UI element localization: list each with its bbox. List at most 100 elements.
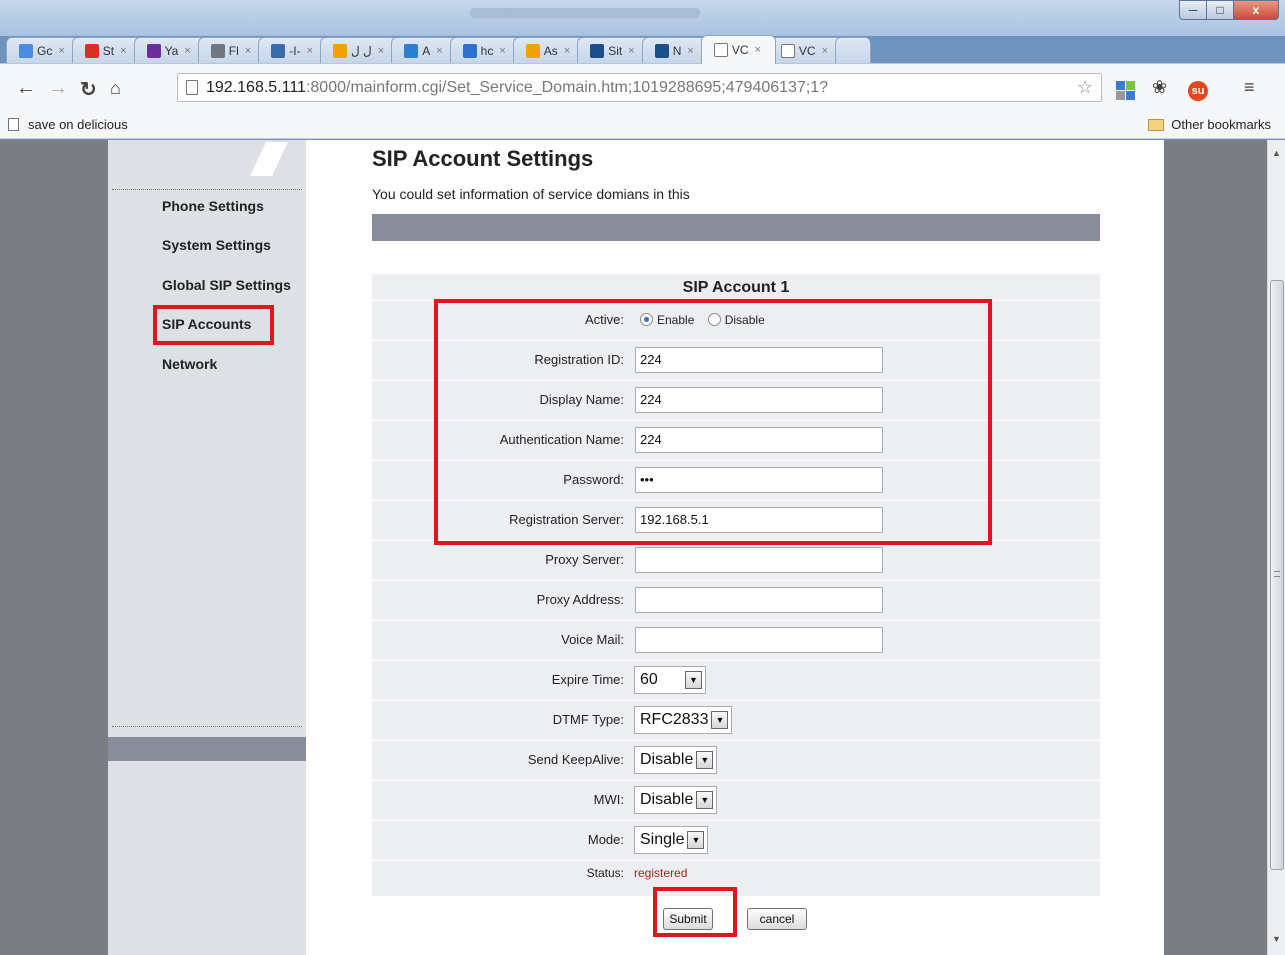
browser-tab[interactable]: ل ل ×	[320, 37, 400, 64]
reload-icon[interactable]: ↻	[80, 77, 97, 102]
mwi-label: MWI:	[593, 792, 624, 807]
tab-close-icon[interactable]: ×	[822, 45, 828, 57]
mode-row: Mode: Single ▼	[372, 820, 1100, 860]
tab-close-icon[interactable]: ×	[436, 45, 442, 57]
browser-tab[interactable]: Ya ×	[133, 37, 206, 64]
bookmarks-bar: save on delicious Other bookmarks	[0, 111, 1285, 139]
tab-close-icon[interactable]: ×	[307, 45, 313, 57]
tab-label: Fl	[228, 44, 239, 58]
voice-mail-row: Voice Mail:	[372, 620, 1100, 660]
tab-close-icon[interactable]: ×	[120, 45, 126, 57]
browser-tab[interactable]: Fl ×	[197, 37, 267, 64]
page-title: SIP Account Settings	[372, 146, 594, 171]
browser-tab[interactable]: St ×	[71, 37, 142, 64]
tab-close-icon[interactable]: ×	[687, 45, 693, 57]
forward-icon[interactable]: →	[48, 77, 68, 100]
voice-mail-input[interactable]	[635, 627, 883, 653]
chevron-down-icon: ▼	[685, 671, 702, 689]
send-keepalive-select[interactable]: Disable ▼	[634, 746, 718, 774]
dtmf-type-select[interactable]: RFC2833 ▼	[634, 706, 733, 734]
tab-close-icon[interactable]: ×	[378, 45, 384, 57]
menu-icon[interactable]: ≡	[1244, 77, 1255, 98]
tab-label: Gc	[37, 44, 53, 58]
minimize-icon[interactable]: ─	[1179, 0, 1207, 20]
browser-tab[interactable]: Sit ×	[577, 37, 650, 64]
browser-tab[interactable]: N ×	[641, 37, 709, 64]
proxy-address-input[interactable]	[635, 587, 883, 613]
scrollbar-thumb[interactable]	[1270, 280, 1284, 870]
tab-favicon-icon	[19, 44, 33, 58]
tab-label: Ya	[164, 44, 179, 58]
bookmark-star-icon[interactable]: ☆	[1077, 74, 1093, 101]
browser-tab[interactable]: -I- ×	[258, 37, 328, 64]
tab-favicon-icon	[462, 44, 477, 58]
status-label: Status:	[586, 866, 624, 880]
dtmf-type-label: DTMF Type:	[552, 712, 624, 727]
tab-close-icon[interactable]: ×	[184, 45, 190, 57]
tab-close-icon[interactable]: ×	[564, 45, 570, 57]
sidebar-item-network[interactable]: Network	[162, 356, 217, 372]
tab-favicon-icon	[780, 44, 795, 58]
right-margin	[1164, 140, 1267, 955]
send-keepalive-label: Send KeepAlive:	[527, 752, 624, 767]
extension-squares-icon[interactable]	[1116, 81, 1136, 101]
tab-favicon-icon	[333, 44, 347, 58]
window-titlebar: ─ □ x	[0, 0, 1285, 36]
proxy-server-input[interactable]	[635, 547, 883, 573]
tab-close-icon[interactable]: ×	[245, 45, 251, 57]
chevron-down-icon: ▼	[696, 751, 714, 769]
proxy-address-row: Proxy Address:	[372, 580, 1100, 620]
sidebar-item-phone-settings[interactable]: Phone Settings	[162, 198, 264, 214]
sidebar: Phone Settings System Settings Global SI…	[108, 140, 306, 955]
mode-select[interactable]: Single ▼	[634, 826, 709, 854]
window-title	[470, 8, 700, 18]
browser-tab[interactable]: hc ×	[449, 37, 521, 64]
vertical-scrollbar[interactable]: ▲ ▼	[1267, 140, 1285, 955]
status-row: Status: registered	[372, 858, 1100, 888]
address-path: :8000/mainform.cgi/Set_Service_Domain.ht…	[305, 79, 829, 96]
maximize-icon[interactable]: □	[1206, 0, 1234, 20]
browser-tab[interactable]: As ×	[512, 37, 586, 64]
back-icon[interactable]: ←	[16, 77, 36, 100]
close-icon[interactable]: x	[1233, 0, 1279, 20]
tab-favicon-icon	[210, 44, 225, 58]
tab-label: A	[422, 44, 431, 58]
browser-tab[interactable]: Gc ×	[6, 37, 80, 64]
browser-toolbar: ← → ↻ ⌂ 192.168.5.111:8000/mainform.cgi/…	[0, 63, 1285, 111]
mwi-row: MWI: Disable ▼	[372, 780, 1100, 820]
extension-bug-icon[interactable]: ❀	[1152, 77, 1167, 98]
tab-close-icon[interactable]: ×	[754, 44, 760, 56]
tab-label: VC	[798, 44, 816, 58]
browser-tab[interactable]: VC ×	[700, 35, 776, 64]
sidebar-item-system-settings[interactable]: System Settings	[162, 237, 271, 253]
tab-close-icon[interactable]: ×	[499, 45, 505, 57]
mwi-select[interactable]: Disable ▼	[634, 786, 718, 814]
bookmark-save-on-delicious[interactable]: save on delicious	[8, 117, 128, 132]
mwi-value: Disable	[640, 791, 694, 808]
new-tab-button[interactable]	[835, 37, 872, 64]
browser-tab[interactable]: VC ×	[767, 37, 844, 64]
home-icon[interactable]: ⌂	[110, 78, 121, 99]
send-keepalive-row: Send KeepAlive: Disable ▼	[372, 740, 1100, 780]
expire-time-select[interactable]: 60 ▼	[634, 666, 706, 694]
dtmf-type-row: DTMF Type: RFC2833 ▼	[372, 700, 1100, 740]
stumbleupon-icon[interactable]: su	[1188, 81, 1208, 101]
page-icon	[8, 118, 19, 131]
page-viewport: Phone Settings System Settings Global SI…	[0, 140, 1267, 955]
scroll-up-icon[interactable]: ▲	[1272, 148, 1281, 158]
divider	[112, 189, 302, 190]
tab-close-icon[interactable]: ×	[58, 45, 64, 57]
address-bar[interactable]: 192.168.5.111:8000/mainform.cgi/Set_Serv…	[177, 73, 1102, 102]
tab-favicon-icon	[271, 44, 286, 58]
bookmark-other-bookmarks[interactable]: Other bookmarks	[1148, 117, 1271, 132]
left-margin	[0, 140, 108, 955]
tab-close-icon[interactable]: ×	[628, 45, 634, 57]
dtmf-type-value: RFC2833	[640, 711, 709, 728]
cancel-button[interactable]: cancel	[747, 908, 807, 930]
scroll-down-icon[interactable]: ▼	[1272, 934, 1281, 944]
sidebar-item-global-sip-settings[interactable]: Global SIP Settings	[162, 277, 291, 293]
proxy-server-row: Proxy Server:	[372, 540, 1100, 580]
bookmark-label: save on delicious	[28, 117, 128, 132]
tab-label: VC	[731, 43, 749, 57]
browser-tab[interactable]: A ×	[391, 37, 458, 64]
